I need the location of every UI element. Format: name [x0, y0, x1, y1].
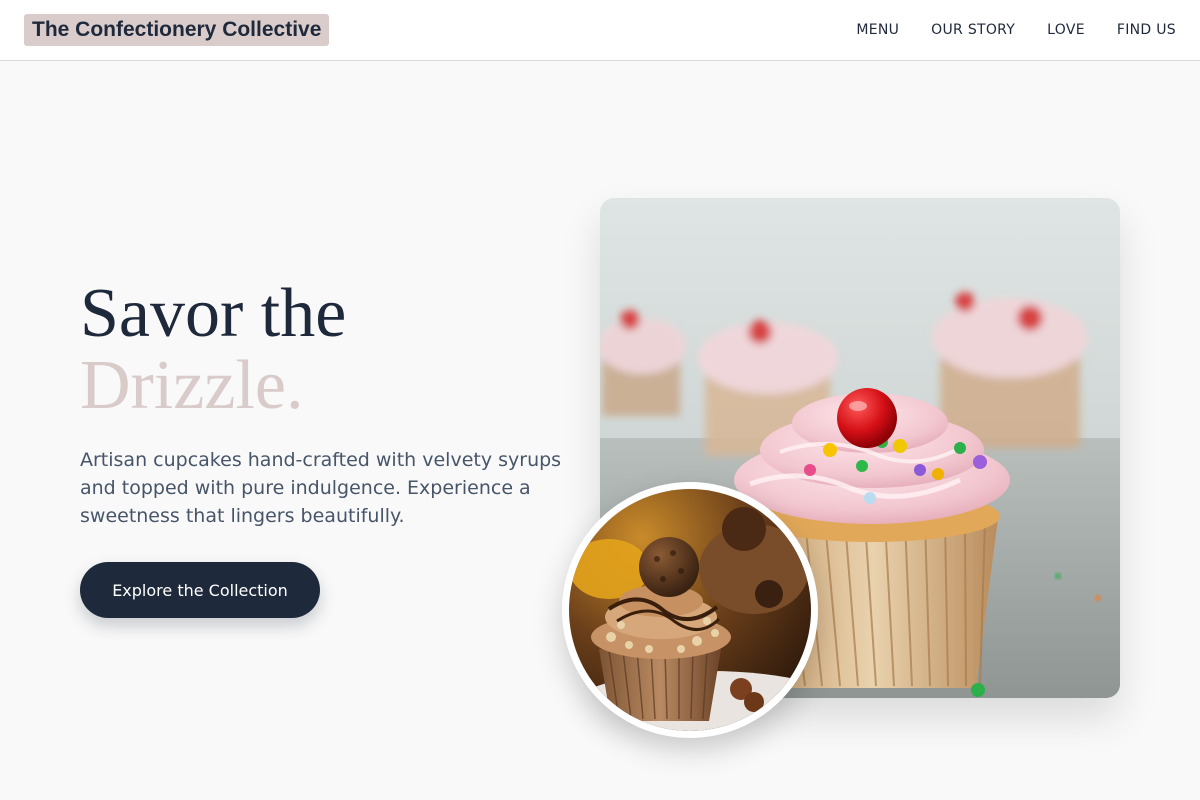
site-header: The Confectionery Collective MENU OUR ST… [0, 0, 1200, 61]
nav-link-love[interactable]: LOVE [1047, 22, 1085, 38]
nav-link-our-story[interactable]: OUR STORY [931, 22, 1015, 38]
site-logo[interactable]: The Confectionery Collective [24, 14, 330, 46]
nav-link-find-us[interactable]: FIND US [1117, 22, 1176, 38]
hero-title-line2: Drizzle. [80, 347, 304, 424]
hero-description: Artisan cupcakes hand-crafted with velve… [80, 449, 562, 527]
inset-cupcake-image [562, 482, 818, 738]
explore-collection-button[interactable]: Explore the Collection [80, 562, 320, 618]
nav-link-menu[interactable]: MENU [856, 22, 899, 38]
chocolate-cupcake-illustration [569, 489, 811, 731]
hero-title-line1: Savor the [80, 275, 347, 352]
main-nav: MENU OUR STORY LOVE FIND US [856, 0, 1176, 60]
hero-title: Savor the Drizzle. [80, 278, 560, 422]
